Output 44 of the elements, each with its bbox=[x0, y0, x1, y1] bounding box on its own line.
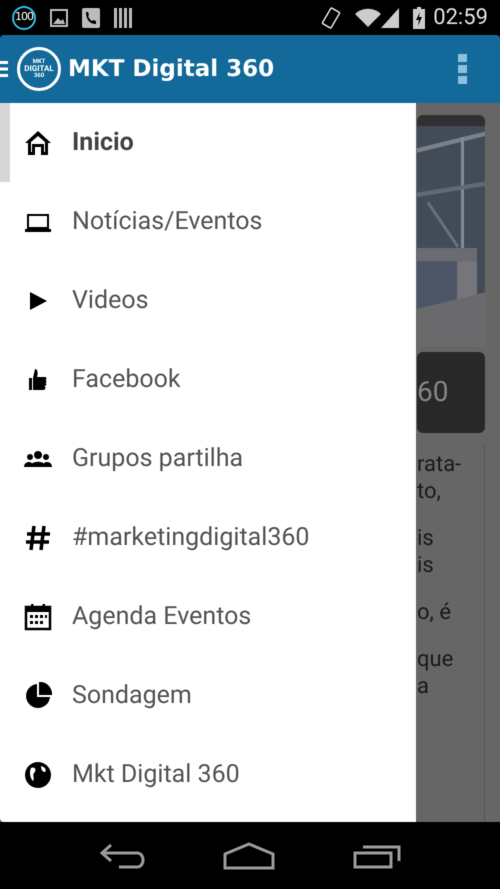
calendar-icon bbox=[23, 602, 53, 632]
battery-icon bbox=[413, 6, 426, 28]
pie-chart-icon bbox=[23, 680, 53, 710]
article-text: to, bbox=[417, 478, 442, 505]
vibrate-icon bbox=[321, 6, 342, 28]
article-text: is bbox=[417, 525, 435, 552]
globe-icon bbox=[23, 760, 53, 790]
drawer-item-label: Notícias/Eventos bbox=[72, 206, 262, 238]
notification-badge: 100 bbox=[12, 6, 36, 30]
article-text: is bbox=[417, 552, 435, 579]
image-icon bbox=[50, 8, 68, 26]
article-text: o, é bbox=[417, 599, 452, 626]
drawer-item-label: Mkt Digital 360 bbox=[72, 758, 240, 791]
logo-text: DIGITAL bbox=[24, 65, 54, 73]
barcode-icon bbox=[114, 8, 132, 28]
signal-icon bbox=[381, 8, 400, 28]
drawer-item-label: #marketingdigital360 bbox=[72, 522, 310, 554]
overflow-menu-icon[interactable] bbox=[458, 54, 467, 84]
drawer-item[interactable]: Notícias/Eventos bbox=[0, 182, 416, 261]
drawer-item[interactable]: Videos bbox=[0, 261, 416, 340]
drawer-toggle-icon[interactable] bbox=[0, 61, 8, 77]
drawer-item-label: Sondagem bbox=[72, 680, 192, 712]
banner-text: 60 bbox=[417, 374, 448, 410]
drawer-item-label: Agenda Eventos bbox=[72, 600, 252, 633]
drawer-item[interactable]: Sondagem bbox=[0, 656, 416, 735]
drawer-item-label: Inicio bbox=[72, 126, 134, 159]
drawer-item[interactable]: #marketingdigital360 bbox=[0, 498, 416, 577]
home-button-icon[interactable] bbox=[223, 842, 275, 870]
article-text: que bbox=[417, 646, 454, 673]
app-title: MKT Digital 360 bbox=[68, 54, 274, 84]
drawer-item-label: Facebook bbox=[72, 364, 181, 396]
drawer-item-label: Grupos partilha bbox=[72, 442, 244, 475]
phone-icon bbox=[82, 8, 100, 28]
drawer-item[interactable]: Facebook bbox=[0, 340, 416, 419]
article-text: a bbox=[417, 673, 430, 700]
drawer-item[interactable]: Agenda Eventos bbox=[0, 577, 416, 656]
drawer-item[interactable]: Mkt Digital 360 bbox=[0, 735, 416, 814]
drawer-item[interactable]: Grupos partilha bbox=[0, 419, 416, 498]
back-icon[interactable] bbox=[99, 842, 145, 868]
article-text: rata- bbox=[417, 451, 462, 478]
drawer-item-label: Videos bbox=[72, 284, 149, 317]
recent-apps-icon[interactable] bbox=[353, 842, 401, 868]
clock-time: 02:59 bbox=[433, 4, 488, 32]
wifi-icon bbox=[355, 8, 382, 28]
